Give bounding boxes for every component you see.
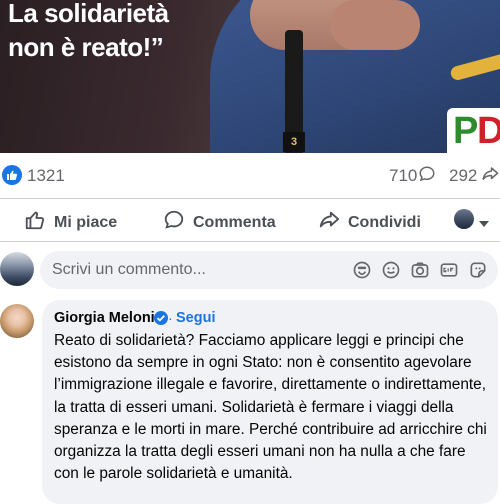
comment-button[interactable]: Commenta xyxy=(163,209,276,236)
camera-icon[interactable] xyxy=(410,260,430,285)
comment-button-label: Commenta xyxy=(193,213,276,231)
comment-icon xyxy=(163,209,193,236)
emoji-icon[interactable] xyxy=(381,260,401,285)
comment: Giorgia Meloni · Segui Reato di solidari… xyxy=(0,298,500,504)
post-stats: 1321 710 292 xyxy=(0,153,500,198)
shares-count[interactable]: 292 xyxy=(449,166,477,186)
audience-avatar[interactable] xyxy=(454,209,474,229)
thumbs-up-icon xyxy=(24,209,54,236)
separator-dot: · xyxy=(168,310,173,326)
comment-author-avatar[interactable] xyxy=(0,304,34,338)
comment-composer: Scrivi un commento... xyxy=(0,250,500,292)
photo-hand-right xyxy=(330,0,420,50)
current-user-avatar[interactable] xyxy=(0,252,34,286)
microphone-number-tag: 3 xyxy=(283,132,305,152)
comment-count-icon xyxy=(418,165,436,188)
comment-text: Reato di solidarietà? Facciamo applicare… xyxy=(54,332,487,483)
post-image[interactable]: 3 La solidarietà non è reato!” P D xyxy=(0,0,500,153)
divider xyxy=(0,241,500,242)
share-button-label: Condividi xyxy=(348,213,421,231)
share-button[interactable]: Condividi xyxy=(318,209,421,236)
comments-count[interactable]: 710 xyxy=(389,166,417,186)
share-count-icon xyxy=(480,165,500,188)
post-headline: La solidarietà non è reato!” xyxy=(8,0,169,64)
party-logo: P D xyxy=(447,108,500,153)
comment-input[interactable]: Scrivi un commento... xyxy=(40,251,498,289)
party-logo-p: P xyxy=(453,110,479,152)
like-reaction-icon[interactable] xyxy=(2,165,22,185)
chevron-down-icon[interactable] xyxy=(479,215,489,233)
share-icon xyxy=(318,209,348,236)
verified-icon xyxy=(154,311,168,325)
comment-input-placeholder: Scrivi un commento... xyxy=(52,261,206,278)
like-button[interactable]: Mi piace xyxy=(24,209,117,236)
like-button-label: Mi piace xyxy=(54,213,118,231)
post-headline-line2: non è reato!” xyxy=(8,32,164,62)
sticker-icon[interactable] xyxy=(468,260,488,285)
likes-count[interactable]: 1321 xyxy=(27,166,65,186)
post-actions: Mi piace Commenta Condividi xyxy=(0,199,500,241)
comment-author-name[interactable]: Giorgia Meloni xyxy=(54,310,155,326)
gif-icon[interactable] xyxy=(439,260,459,285)
comment-bubble: Giorgia Meloni · Segui Reato di solidari… xyxy=(42,300,498,504)
party-logo-d: D xyxy=(477,110,500,152)
follow-button[interactable]: Segui xyxy=(176,310,215,326)
composer-tools xyxy=(352,260,488,285)
avatar-sticker-icon[interactable] xyxy=(352,260,372,285)
post-headline-line1: La solidarietà xyxy=(8,0,169,28)
